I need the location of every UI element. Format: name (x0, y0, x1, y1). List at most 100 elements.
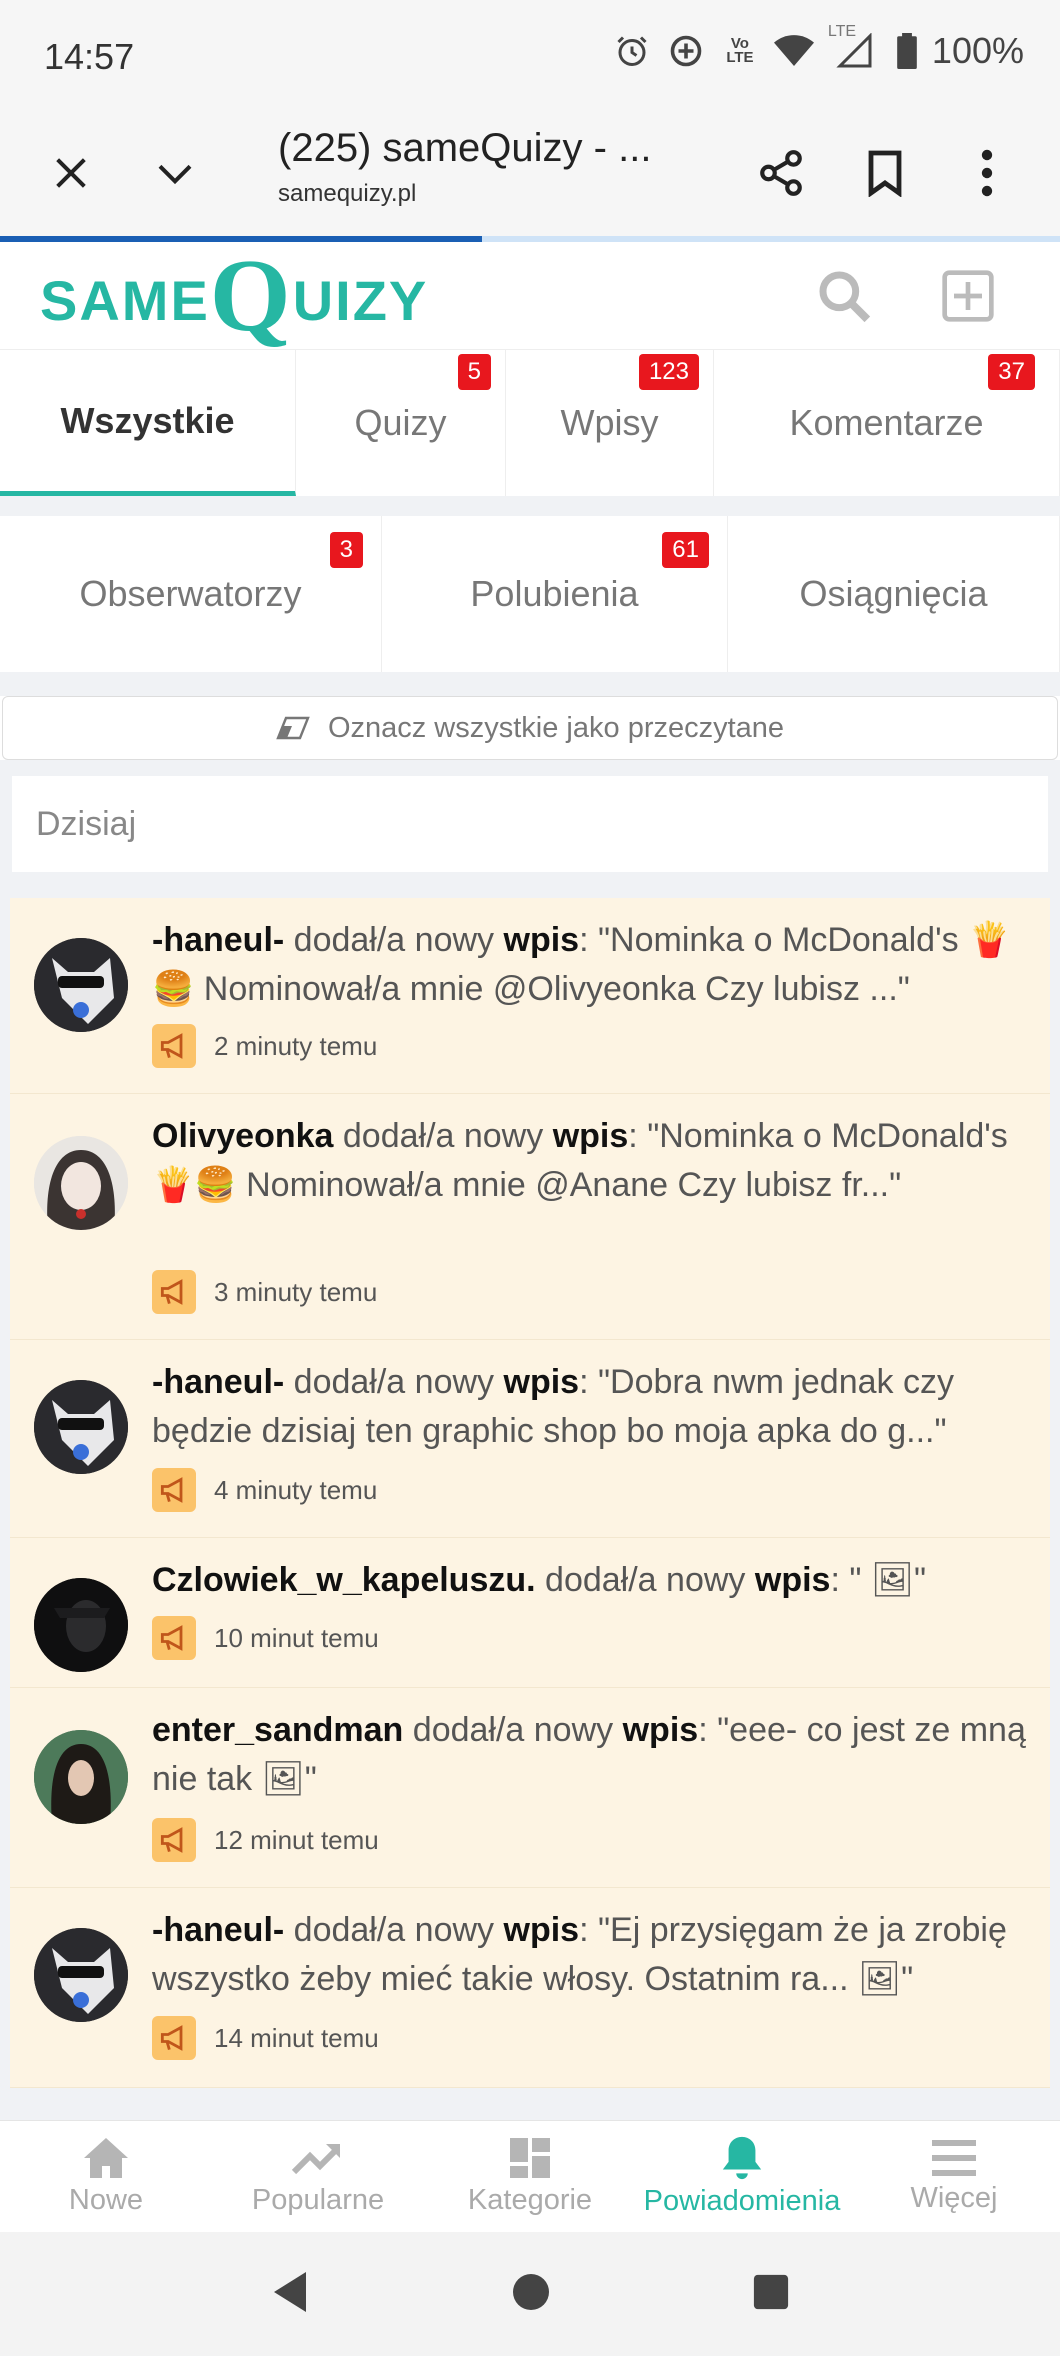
notification-item[interactable]: enter_sandman dodał/a nowy wpis: "eee- c… (10, 1688, 1050, 1888)
more-options-button[interactable] (952, 138, 1022, 208)
tab-label: Wpisy (560, 402, 659, 443)
username[interactable]: -haneul- (152, 1363, 284, 1401)
alarm-icon (612, 31, 652, 71)
action-object: wpis (503, 921, 580, 959)
samequizy-logo[interactable]: SAME Q UIZY (40, 244, 428, 348)
nav-kategorie[interactable]: Kategorie (424, 2121, 636, 2232)
action-text: dodał/a nowy (293, 1911, 495, 1949)
nav-popularne[interactable]: Popularne (212, 2121, 424, 2232)
status-bar: 14:57 Vo LTE LTE 100% (0, 0, 1060, 110)
avatar[interactable] (34, 1380, 128, 1474)
notification-item[interactable]: -haneul- dodał/a nowy wpis: "Nominka o M… (10, 898, 1050, 1094)
megaphone-icon (152, 1270, 196, 1314)
notification-time: 4 minuty temu (152, 1468, 377, 1512)
notification-feed: -haneul- dodał/a nowy wpis: "Nominka o M… (10, 898, 1050, 2088)
page-url[interactable]: samequizy.pl (278, 180, 416, 208)
bookmark-icon (868, 150, 902, 197)
battery-percent: 100% (931, 30, 1024, 71)
home-circle-icon (512, 2273, 549, 2310)
username[interactable]: enter_sandman (152, 1711, 403, 1749)
recents-square-icon (753, 2274, 788, 2309)
notification-item[interactable]: -haneul- dodał/a nowy wpis: "Dobra nwm j… (10, 1340, 1050, 1538)
post-excerpt: " 🖼" (849, 1561, 927, 1599)
page-title: (225) sameQuizy - ... (278, 126, 652, 170)
nav-powiadomienia[interactable]: Powiadomienia (636, 2121, 848, 2232)
tab-obserwatorzy[interactable]: Obserwatorzy 3 (0, 516, 382, 672)
notification-item[interactable]: Olivyeonka dodał/a nowy wpis: "Nominka o… (10, 1094, 1050, 1340)
username[interactable]: -haneul- (152, 1911, 284, 1949)
username[interactable]: Czlowiek_w_kapeluszu. (152, 1561, 536, 1599)
notification-text: Czlowiek_w_kapeluszu. dodał/a nowy wpis:… (152, 1561, 927, 1599)
system-navigation (0, 2232, 1060, 2356)
notification-time: 2 minuty temu (152, 1024, 377, 1068)
time-label: 2 minuty temu (214, 1030, 378, 1061)
tab-komentarze[interactable]: Komentarze 37 (714, 350, 1060, 496)
bell-icon (722, 2136, 762, 2180)
lte-signal-icon: LTE (828, 23, 882, 71)
avatar[interactable] (34, 1136, 128, 1230)
more-vertical-icon (981, 149, 993, 197)
avatar[interactable] (34, 938, 128, 1032)
add-quiz-button[interactable] (938, 266, 998, 326)
notification-item[interactable]: -haneul- dodał/a nowy wpis: "Ej przysięg… (10, 1888, 1050, 2088)
tab-polubienia[interactable]: Polubienia 61 (382, 516, 728, 672)
tab-label: Quizy (354, 402, 447, 443)
search-icon (819, 271, 871, 323)
nav-label: Nowe (68, 2184, 144, 2216)
status-time: 14:57 (44, 36, 135, 77)
tab-wpisy[interactable]: Wpisy 123 (506, 350, 714, 496)
logo-q: Q (209, 238, 293, 353)
count-badge: 3 (329, 532, 363, 568)
nav-label: Popularne (251, 2184, 385, 2216)
trending-icon (291, 2144, 341, 2175)
wifi-icon (773, 31, 814, 71)
data-saver-icon (666, 31, 706, 71)
avatar[interactable] (34, 1928, 128, 2022)
action-object: wpis (552, 1117, 629, 1155)
mark-all-read-button[interactable]: Oznacz wszystkie jako przeczytane (2, 696, 1058, 760)
notification-text: enter_sandman dodał/a nowy wpis: "eee- c… (152, 1711, 1026, 1798)
back-triangle-icon (274, 2271, 307, 2312)
tab-wszystkie[interactable]: Wszystkie (0, 350, 296, 496)
status-icons: Vo LTE LTE 100% (612, 23, 1024, 72)
bookmark-button[interactable] (850, 138, 920, 208)
nav-wiecej[interactable]: Więcej (848, 2121, 1060, 2232)
username[interactable]: Olivyeonka (152, 1117, 333, 1155)
notification-tabs-secondary: Obserwatorzy 3 Polubienia 61 Osiągnięcia (0, 516, 1060, 672)
minimize-button[interactable] (140, 138, 210, 208)
bottom-navigation: Nowe Popularne Kategorie Powiadomienia W… (0, 2120, 1060, 2232)
megaphone-icon (152, 2016, 196, 2060)
back-button[interactable] (270, 2270, 310, 2319)
nav-label: Powiadomienia (643, 2185, 841, 2217)
close-icon (56, 158, 86, 188)
time-label: 4 minuty temu (214, 1474, 378, 1505)
browser-toolbar: (225) sameQuizy - ... samequizy.pl (0, 110, 1060, 238)
action-text: dodał/a nowy (342, 1117, 544, 1155)
notification-time: 10 minut temu (152, 1616, 379, 1660)
count-badge: 5 (457, 354, 491, 390)
home-button[interactable] (511, 2272, 551, 2317)
megaphone-icon (152, 1024, 196, 1068)
username[interactable]: -haneul- (152, 921, 284, 959)
notification-item[interactable]: Czlowiek_w_kapeluszu. dodał/a nowy wpis:… (10, 1538, 1050, 1688)
tab-quizy[interactable]: Quizy 5 (296, 350, 506, 496)
recents-button[interactable] (752, 2273, 790, 2316)
lte-label: LTE (827, 23, 857, 40)
close-tab-button[interactable] (36, 138, 106, 208)
avatar[interactable] (34, 1730, 128, 1824)
action-object: wpis (503, 1911, 580, 1949)
notification-text: -haneul- dodał/a nowy wpis: "Ej przysięg… (152, 1911, 1007, 1998)
chevron-down-icon (158, 164, 192, 185)
action-object: wpis (622, 1711, 699, 1749)
nav-label: Kategorie (467, 2184, 593, 2216)
action-text: dodał/a nowy (293, 1363, 495, 1401)
nav-nowe[interactable]: Nowe (0, 2121, 212, 2232)
search-button[interactable] (814, 266, 874, 326)
time-label: 14 minut temu (214, 2022, 379, 2053)
count-badge: 123 (638, 354, 699, 390)
tab-osiagniecia[interactable]: Osiągnięcia (728, 516, 1060, 672)
tab-label: Obserwatorzy (79, 573, 302, 614)
share-button[interactable] (746, 138, 816, 208)
avatar[interactable] (34, 1578, 128, 1672)
logo-same: SAME (40, 269, 210, 332)
